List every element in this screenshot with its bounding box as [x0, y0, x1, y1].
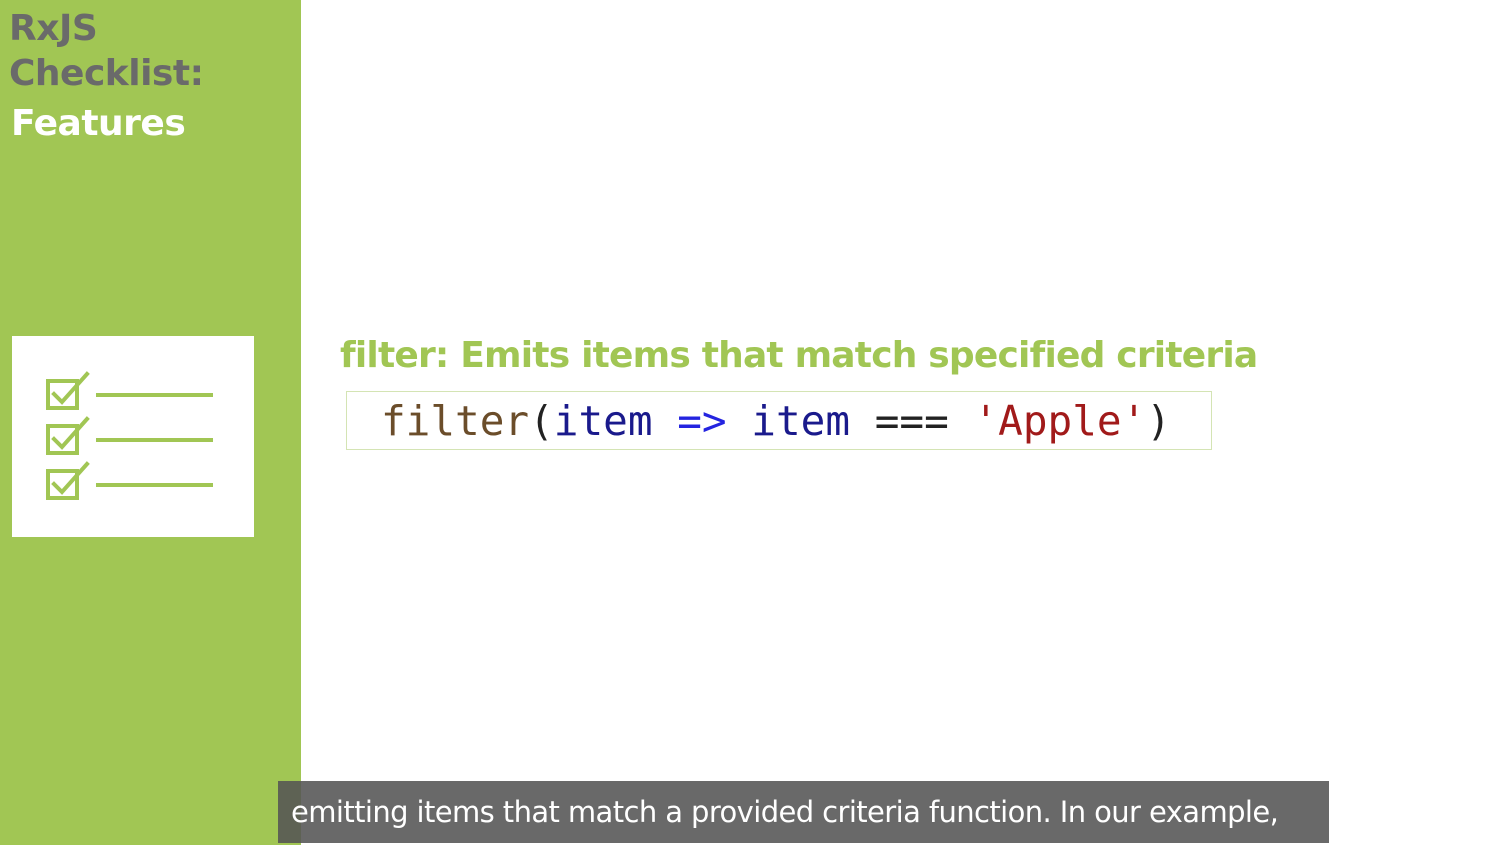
code-string: 'Apple': [973, 397, 1147, 445]
sidebar-title-line-3: Features: [11, 103, 186, 144]
code-equals: ===: [850, 397, 974, 445]
subtitle-caption: emitting items that match a provided cri…: [278, 781, 1329, 843]
code-param: item: [553, 397, 653, 445]
checklist-card: [12, 336, 254, 537]
code-close-paren: ): [1146, 397, 1171, 445]
sidebar-title-line-2: Checklist:: [9, 53, 204, 94]
code-example: filter(item => item === 'Apple'): [381, 397, 1171, 445]
code-param-ref: item: [751, 397, 851, 445]
heading-description: : Emits items that match specified crite…: [434, 335, 1258, 376]
sidebar: RxJS Checklist: Features: [0, 0, 301, 845]
code-function-name: filter: [381, 397, 530, 445]
sidebar-title-line-1: RxJS: [9, 8, 98, 49]
code-example-box: filter(item => item === 'Apple'): [346, 391, 1212, 450]
code-open-paren: (: [529, 397, 554, 445]
slide-heading: filter: Emits items that match specified…: [340, 334, 1258, 378]
heading-keyword: filter: [340, 335, 436, 376]
code-arrow: =>: [652, 397, 752, 445]
caption-text: emitting items that match a provided cri…: [291, 795, 1279, 829]
slide: RxJS Checklist: Features filter: Emits i…: [0, 0, 1489, 845]
checklist-icon: [46, 371, 213, 500]
